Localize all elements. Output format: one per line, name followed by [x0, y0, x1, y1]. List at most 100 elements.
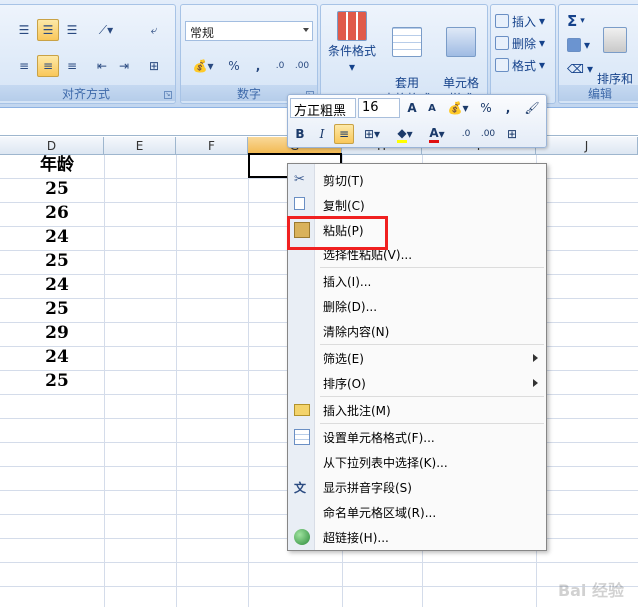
- grid-line: [248, 155, 249, 607]
- increase-decimal-mini-button[interactable]: .0: [456, 124, 476, 144]
- increase-indent-button[interactable]: ⇥: [113, 55, 135, 77]
- comment-icon: [294, 404, 310, 416]
- bold-button[interactable]: B: [290, 124, 310, 144]
- shrink-font-button[interactable]: A: [422, 98, 442, 118]
- font-color-label: A: [429, 126, 439, 143]
- watermark: Bai 经验: [557, 581, 624, 600]
- hyperlink-icon: [294, 529, 310, 545]
- menu-item-phonetic[interactable]: 文 显示拼音字段(S): [288, 475, 546, 500]
- percent-button[interactable]: %: [476, 98, 496, 118]
- menu-item-sort[interactable]: 排序(O): [288, 371, 546, 396]
- align-top-button[interactable]: ☰: [13, 19, 35, 41]
- align-bottom-button[interactable]: ☰: [61, 19, 83, 41]
- grow-font-button[interactable]: A: [402, 98, 422, 118]
- menu-item-label: 设置单元格格式(F)...: [323, 431, 435, 445]
- menu-separator: [320, 423, 544, 424]
- accounting-format-icon[interactable]: 💰▾: [444, 98, 472, 118]
- font-name-combo[interactable]: 方正粗黑: [290, 98, 356, 119]
- grid-line: [0, 562, 638, 563]
- cell-age-value[interactable]: 25: [14, 297, 100, 322]
- fill-button[interactable]: ▾: [567, 35, 590, 55]
- conditional-format-icon: [337, 11, 367, 41]
- cell-age-value[interactable]: 26: [14, 201, 100, 226]
- menu-separator: [320, 396, 544, 397]
- menu-item-cut[interactable]: ✂ 剪切(T): [288, 168, 546, 193]
- align-middle-button[interactable]: ☰: [37, 19, 59, 41]
- menu-item-label: 复制(C): [323, 199, 365, 213]
- paste-highlight-annotation: [287, 216, 388, 250]
- format-cells-button[interactable]: 格式 ▾: [495, 55, 545, 75]
- eraser-icon: ⌫: [567, 62, 584, 76]
- menu-item-define-name[interactable]: 命名单元格区域(R)...: [288, 500, 546, 525]
- clear-button[interactable]: ⌫ ▾: [567, 59, 593, 79]
- menu-item-format-cells[interactable]: 设置单元格格式(F)...: [288, 425, 546, 450]
- delete-icon: [495, 36, 509, 50]
- menu-item-label: 排序(O): [323, 377, 366, 391]
- cell-age-value[interactable]: 25: [14, 249, 100, 274]
- menu-item-filter[interactable]: 筛选(E): [288, 346, 546, 371]
- menu-item-label: 超链接(H)...: [323, 531, 389, 545]
- menu-item-pick-from-list[interactable]: 从下拉列表中选择(K)...: [288, 450, 546, 475]
- wrap-text-button[interactable]: ⤶: [143, 19, 165, 41]
- cell-age-value[interactable]: 25: [14, 177, 100, 202]
- comma-button[interactable]: ,: [498, 98, 518, 118]
- number-group: 常规 💰▾ % , .0 .00 数字 ↘: [180, 4, 318, 104]
- italic-button[interactable]: I: [312, 124, 332, 144]
- cell-age-value[interactable]: 29: [14, 321, 100, 346]
- merge-center-mini-button[interactable]: ⊞: [502, 124, 522, 144]
- align-center-button[interactable]: ≡: [37, 55, 59, 77]
- format-icon: [495, 58, 509, 72]
- alignment-dialog-launcher[interactable]: ↘: [164, 91, 172, 99]
- menu-item-insert-comment[interactable]: 插入批注(M): [288, 398, 546, 423]
- column-header-E[interactable]: E: [104, 137, 176, 155]
- table-format-button[interactable]: 套用 表格格式: [379, 11, 435, 107]
- ribbon: ☰ ☰ ☰ ⟋▾ ≡ ≡ ≡ ⇤ ⇥ ⤶ ⊞ 对齐方式 ↘ 常规 💰▾ % , …: [0, 0, 638, 108]
- align-right-button[interactable]: ≡: [61, 55, 83, 77]
- column-header-F[interactable]: F: [176, 137, 248, 155]
- conditional-format-button[interactable]: 条件格式 ▾: [325, 11, 379, 75]
- cell-style-icon: [446, 27, 476, 57]
- cell-age-value[interactable]: 25: [14, 369, 100, 394]
- conditional-format-label: 条件格式: [327, 44, 376, 58]
- grid-line: [0, 586, 638, 587]
- fill-color-icon: ◆: [397, 126, 407, 143]
- align-left-button[interactable]: ≡: [13, 55, 35, 77]
- comma-style-button[interactable]: ,: [247, 55, 269, 77]
- cell-age-value[interactable]: 24: [14, 345, 100, 370]
- menu-item-insert[interactable]: 插入(I)...: [288, 269, 546, 294]
- fill-down-icon: [567, 38, 581, 52]
- orientation-button[interactable]: ⟋▾: [91, 19, 121, 41]
- cell-age-header[interactable]: 年龄: [14, 153, 100, 178]
- menu-item-copy[interactable]: 复制(C): [288, 193, 546, 218]
- fill-color-button[interactable]: ◆ ▾: [390, 124, 420, 144]
- cell-age-value[interactable]: 24: [14, 273, 100, 298]
- cell-age-value[interactable]: 24: [14, 225, 100, 250]
- number-format-combo[interactable]: 常规: [185, 21, 313, 41]
- percent-style-button[interactable]: %: [223, 55, 245, 77]
- cell-style-button[interactable]: 单元格 样式: [437, 11, 485, 107]
- decrease-decimal-mini-button[interactable]: .00: [478, 124, 498, 144]
- menu-item-hyperlink[interactable]: 超链接(H)...: [288, 525, 546, 550]
- menu-item-delete[interactable]: 删除(D)...: [288, 294, 546, 319]
- center-align-button[interactable]: ≡: [334, 124, 354, 144]
- format-painter-icon[interactable]: 🖌: [522, 98, 542, 118]
- borders-button[interactable]: ⊞▾: [358, 124, 386, 144]
- percent-label: %: [480, 101, 492, 115]
- table-format-icon: [392, 27, 422, 57]
- accounting-format-button[interactable]: 💰▾: [187, 55, 219, 77]
- decrease-decimal-button[interactable]: .00: [291, 55, 313, 77]
- delete-cells-button[interactable]: 删除 ▾: [495, 33, 545, 53]
- autosum-button[interactable]: Σ ▾: [567, 11, 585, 31]
- bold-label: B: [295, 127, 305, 141]
- merge-center-button[interactable]: ⊞: [143, 55, 165, 77]
- font-size-combo[interactable]: 16: [358, 98, 400, 118]
- column-header-J[interactable]: J: [536, 137, 638, 155]
- increase-decimal-button[interactable]: .0: [269, 55, 291, 77]
- menu-separator: [320, 267, 544, 268]
- menu-item-label: 剪切(T): [323, 174, 364, 188]
- decrease-indent-button[interactable]: ⇤: [91, 55, 113, 77]
- insert-cells-button[interactable]: 插入 ▾: [495, 11, 545, 31]
- shrink-font-label: A: [428, 102, 436, 114]
- menu-item-clear-contents[interactable]: 清除内容(N): [288, 319, 546, 344]
- font-color-button[interactable]: A ▾: [422, 124, 452, 144]
